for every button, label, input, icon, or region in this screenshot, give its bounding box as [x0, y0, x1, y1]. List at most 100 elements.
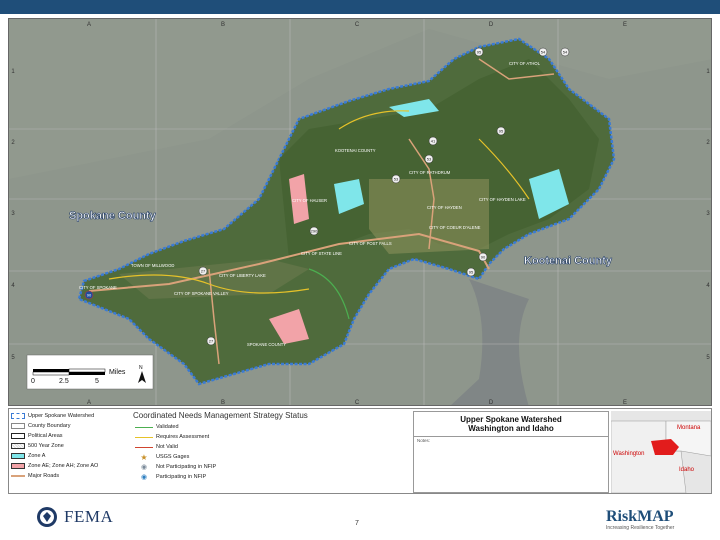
- zone-a-swatch-icon: [11, 453, 25, 459]
- svg-text:90: 90: [87, 293, 92, 298]
- route-shield: 90: [84, 290, 94, 300]
- place-label: CITY OF STATE LINE: [301, 251, 342, 256]
- zone-500-swatch-icon: [11, 443, 25, 449]
- locator-map: Montana Washington Idaho: [611, 411, 711, 493]
- scale-tick: 0: [31, 378, 35, 385]
- map-canvas[interactable]: 95 54 54 41 95 53 53 90 95 27 27 290 90 …: [9, 19, 712, 406]
- svg-text:53: 53: [394, 177, 399, 182]
- place-label: CITY OF HAYDEN: [427, 205, 462, 210]
- place-label: SPOKANE COUNTY: [247, 342, 286, 347]
- route-shield: 95: [496, 126, 506, 136]
- place-label: CITY OF SPOKANE: [79, 285, 117, 290]
- gage-star-icon: ★: [140, 452, 148, 462]
- legend-item: Not Valid: [135, 442, 411, 452]
- svg-text:95: 95: [499, 129, 504, 134]
- grid-col-label: E: [623, 22, 627, 28]
- county-swatch-icon: [11, 423, 25, 429]
- svg-text:41: 41: [431, 139, 436, 144]
- svg-text:54: 54: [541, 50, 546, 55]
- fema-logo: FEMA: [36, 506, 113, 528]
- legend-panel: Upper Spokane Watershed County Boundary …: [8, 408, 712, 494]
- inset-label: Washington: [613, 451, 644, 457]
- svg-text:53: 53: [427, 157, 432, 162]
- place-label: CITY OF SPOKANE VALLEY: [174, 291, 229, 296]
- legend-cnms-title: Coordinated Needs Management Strategy St…: [133, 411, 308, 420]
- legend-item: Zone A: [11, 451, 131, 461]
- north-label: N: [139, 365, 143, 371]
- route-shield: 27: [198, 266, 208, 276]
- route-shield: 53: [391, 174, 401, 184]
- county-label-spokane: Spokane County: [69, 210, 157, 222]
- map-panel[interactable]: 95 54 54 41 95 53 53 90 95 27 27 290 90 …: [8, 18, 712, 406]
- place-label: CITY OF RATHDRUM: [409, 170, 451, 175]
- route-shield: 54: [560, 47, 570, 57]
- zone-ae-swatch-icon: [11, 463, 25, 469]
- requires-assessment-line-icon: [135, 436, 153, 438]
- grid-col-label: A: [87, 22, 91, 28]
- fema-wordmark: FEMA: [64, 507, 114, 526]
- riskmap-logo: RiskMAP Increasing Resilience Together: [606, 508, 674, 531]
- place-label: CITY OF LIBERTY LAKE: [219, 273, 266, 278]
- footer: FEMA 7 RiskMAP Increasing Resilience Tog…: [0, 496, 720, 540]
- locator-inset: Montana Washington Idaho: [611, 411, 711, 493]
- legend-item: ★ USGS Gages: [135, 452, 411, 462]
- county-label-kootenai: Kootenai County: [524, 255, 613, 267]
- route-shield: 54: [538, 47, 548, 57]
- svg-text:27: 27: [201, 269, 206, 274]
- legend-item: ◉ Not Participating in NFIP: [135, 462, 411, 472]
- grid-col-label: A: [87, 400, 91, 406]
- place-label: KOOTENAI COUNTY: [335, 148, 376, 153]
- legend-item: County Boundary: [11, 421, 131, 431]
- legend-item: 500 Year Zone: [11, 441, 131, 451]
- route-shield: 95: [474, 47, 484, 57]
- place-label: CITY OF ATHOL: [509, 61, 541, 66]
- legend-item: ◉ Participating in NFIP: [135, 472, 411, 482]
- grid-col-label: D: [489, 400, 494, 406]
- inset-label: Montana: [677, 425, 701, 431]
- page-number: 7: [355, 520, 359, 527]
- legend-item: Political Areas: [11, 431, 131, 441]
- grid-col-label: B: [221, 400, 225, 406]
- svg-text:90: 90: [481, 255, 486, 260]
- svg-text:27: 27: [209, 339, 214, 344]
- legend-item: Requires Assessment: [135, 432, 411, 442]
- legend-item: Validated: [135, 422, 411, 432]
- legend-item: Major Roads: [11, 471, 131, 481]
- legend-item: Upper Spokane Watershed: [11, 411, 131, 421]
- route-shield: 290: [309, 226, 319, 236]
- legend-cnms: Coordinated Needs Management Strategy St…: [129, 411, 411, 493]
- svg-text:95: 95: [477, 50, 482, 55]
- watershed-swatch-icon: [11, 413, 25, 419]
- not-participating-icon: ◉: [140, 464, 148, 471]
- scale-tick: 2.5: [59, 378, 69, 385]
- place-label: CITY OF COEUR D'ALENE: [429, 225, 481, 230]
- scale-tick: 5: [95, 378, 99, 385]
- svg-text:290: 290: [311, 229, 318, 234]
- route-shield: 53: [424, 154, 434, 164]
- route-shield: 41: [428, 136, 438, 146]
- roads-swatch-icon: [11, 475, 25, 477]
- grid-col-label: D: [489, 22, 494, 28]
- grid-col-label: B: [221, 22, 225, 28]
- map-title: Upper Spokane Watershed Washington and I…: [460, 415, 562, 433]
- svg-text:54: 54: [563, 50, 568, 55]
- route-shield: 95: [466, 267, 476, 277]
- map-title-box: Upper Spokane Watershed Washington and I…: [413, 411, 609, 493]
- notes-label: Notes:: [417, 438, 431, 443]
- scale-unit: Miles: [109, 369, 126, 376]
- not-valid-line-icon: [135, 446, 153, 448]
- legend-item: Zone AE; Zone AH; Zone AO: [11, 461, 131, 471]
- participating-icon: ◉: [140, 474, 148, 481]
- place-label: CITY OF POST FALLS: [349, 241, 392, 246]
- political-swatch-icon: [11, 433, 25, 439]
- validated-line-icon: [135, 426, 153, 428]
- svg-text:95: 95: [469, 270, 474, 275]
- top-banner: [0, 0, 720, 14]
- route-shield: 27: [206, 336, 216, 346]
- route-shield: 90: [478, 252, 488, 262]
- riskmap-wordmark: RiskMAP: [606, 508, 674, 525]
- legend-layers: Upper Spokane Watershed County Boundary …: [11, 411, 131, 493]
- grid-col-label: C: [355, 22, 360, 28]
- riskmap-tagline: Increasing Resilience Together: [606, 525, 675, 531]
- dhs-seal-icon: [37, 507, 57, 527]
